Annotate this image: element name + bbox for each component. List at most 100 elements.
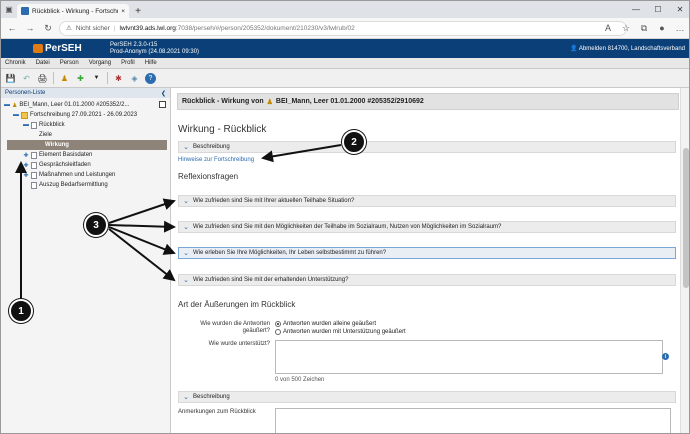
print-icon[interactable]: 🖨	[37, 73, 48, 84]
info-icon[interactable]: i	[662, 353, 669, 360]
chevron-down-icon: ⌄	[183, 394, 189, 401]
beschreibung-section[interactable]: ⌄ Beschreibung	[178, 141, 676, 153]
page-heading: Wirkung - Rückblick	[178, 124, 267, 135]
tree-item-ziele[interactable]: Ziele	[1, 130, 170, 140]
tree-item-person[interactable]: ▬ ♟ BEI_Mann, Leer 01.01.2000 #205352/2.…	[1, 100, 170, 110]
url-field[interactable]: ⚠ Nicht sicher | lwlvnt39.ads.lwl.org:70…	[59, 20, 627, 36]
minimize-icon[interactable]: —	[625, 1, 647, 18]
close-person-icon[interactable]	[159, 101, 166, 108]
add-icon[interactable]: ✚	[75, 73, 86, 84]
chevron-down-icon: ⌄	[183, 277, 189, 284]
main-scrollbar[interactable]	[680, 88, 689, 433]
anmerkungen-label: Anmerkungen zum Rückblick	[178, 409, 256, 415]
browser-tab-bar: ▣ Rückblick - Wirkung - Fortschrei × + —…	[1, 1, 689, 18]
dropdown-icon[interactable]: ▼	[91, 73, 102, 84]
callout-2-badge: 2	[342, 130, 366, 154]
browser-tab[interactable]: Rückblick - Wirkung - Fortschrei ×	[17, 4, 129, 18]
more-icon[interactable]: …	[673, 21, 687, 35]
tab-favicon-icon	[21, 7, 29, 15]
collapse-toggle-icon[interactable]: ▬	[13, 112, 19, 118]
maximize-icon[interactable]: ☐	[647, 1, 669, 18]
browser-address-bar: ← → ↻ ⚠ Nicht sicher | lwlvnt39.ads.lwl.…	[1, 18, 689, 39]
reload-icon[interactable]: ↻	[41, 21, 55, 35]
collapse-toggle-icon[interactable]: ▬	[4, 102, 10, 108]
sidebar-tree: ▬ ♟ BEI_Mann, Leer 01.01.2000 #205352/2.…	[1, 98, 170, 190]
menu-vorgang[interactable]: Vorgang	[89, 60, 111, 66]
url-path: :7038/perseh/#/person/205352/dokument/21…	[175, 24, 355, 32]
art-heading: Art der Äußerungen im Rückblick	[178, 300, 296, 309]
chevron-down-icon: ⌄	[183, 224, 189, 231]
expand-toggle-icon[interactable]: ✚	[23, 152, 29, 159]
read-aloud-icon[interactable]: A	[601, 21, 615, 35]
app-version: PerSEH 2.3.0-r15 Prod-Anonym (24.08.2021…	[110, 41, 200, 55]
radio-selected-icon	[275, 321, 281, 327]
menu-datei[interactable]: Datei	[36, 60, 50, 66]
question-1-section[interactable]: ⌄ Wie zufrieden sind Sie mit Ihrer aktue…	[178, 195, 676, 207]
question-4-section[interactable]: ⌄ Wie zufrieden sind Sie mit der erhalte…	[178, 274, 676, 286]
tree-item-massnahmen[interactable]: ✚ Maßnahmen und Leistungen	[1, 170, 170, 180]
tree-item-gespraechsleitfaden[interactable]: ✚ Gesprächsleitfaden	[1, 160, 170, 170]
radio-support[interactable]: Antworten wurden mit Unterstützung geäuß…	[275, 328, 406, 336]
expand-toggle-icon[interactable]: ✚	[23, 162, 29, 169]
document-icon	[31, 121, 37, 129]
user-icon: 👤	[570, 46, 579, 52]
favorite-icon[interactable]: ☆	[619, 21, 633, 35]
undo-icon[interactable]: ↶	[21, 73, 32, 84]
collections-icon[interactable]: ⧉	[637, 21, 651, 35]
tree-item-fortschreibung[interactable]: ▬ Fortschreibung 27.09.2021 - 26.09.2023	[1, 110, 170, 120]
person-icon: ♟	[266, 98, 273, 106]
reflexion-heading: Reflexionsfragen	[178, 172, 239, 181]
beschreibung-section-2[interactable]: ⌄ Beschreibung	[178, 391, 676, 403]
tree-item-basisdaten[interactable]: ✚ Element Basisdaten	[1, 150, 170, 160]
unterstuetzt-label: Wie wurde unterstützt?	[208, 341, 270, 347]
back-icon[interactable]: ←	[5, 21, 19, 35]
help-icon[interactable]: ?	[145, 72, 156, 84]
warning-icon: ⚠	[66, 25, 72, 32]
chevron-down-icon: ⌄	[183, 144, 189, 151]
tab-close-icon[interactable]: ×	[121, 8, 125, 15]
question-2-section[interactable]: ⌄ Wie zufrieden sind Sie mit den Möglich…	[178, 221, 676, 233]
tree-item-wirkung[interactable]: Wirkung	[7, 140, 167, 150]
menu-chronik[interactable]: Chronik	[5, 60, 26, 66]
tools-icon[interactable]: ✱	[113, 73, 124, 84]
chevron-down-icon: ⌄	[183, 198, 189, 205]
document-icon	[31, 181, 37, 189]
collapse-toggle-icon[interactable]: ▬	[23, 122, 29, 128]
hinweise-link[interactable]: Hinweise zur Fortschreibung	[178, 157, 254, 163]
question-3-section[interactable]: ⌄ Wie erleben Sie Ihre Möglichkeiten, Ih…	[178, 247, 676, 259]
tree-item-bedarfsermittlung[interactable]: Auszug Bedarfsermittlung	[1, 180, 170, 190]
tab-actions-icon[interactable]: ▣	[1, 1, 17, 18]
menu-hilfe[interactable]: Hilfe	[145, 60, 157, 66]
profile-icon[interactable]: ●	[655, 21, 669, 35]
toolbar: 💾 ↶ 🖨 ♟ ✚ ▼ ✱ ◈ ?	[1, 69, 689, 88]
page-title-bar: Rückblick - Wirkung von ♟ BEI_Mann, Leer…	[177, 93, 679, 110]
char-counter: 0 von 500 Zeichen	[275, 377, 325, 383]
save-icon[interactable]: 💾	[5, 73, 16, 84]
collapse-icon[interactable]: ❮	[161, 90, 166, 97]
unterstuetzt-textarea[interactable]	[275, 340, 663, 374]
main-content: Rückblick - Wirkung von ♟ BEI_Mann, Leer…	[172, 88, 689, 433]
radio-alone[interactable]: Antworten wurden alleine geäußert	[275, 320, 406, 328]
antworten-label: Wie wurden die Antworten geäußert?	[200, 321, 270, 334]
new-tab-icon[interactable]: +	[131, 4, 145, 18]
tree-item-rueckblick[interactable]: ▬ Rückblick	[1, 120, 170, 130]
shield-icon[interactable]: ◈	[129, 73, 140, 84]
scrollbar-thumb[interactable]	[683, 148, 689, 288]
callout-3-badge: 3	[84, 213, 108, 237]
person-list-sidebar: Personen-Liste ❮ ▬ ♟ BEI_Mann, Leer 01.0…	[1, 88, 171, 433]
app-logo: PerSEH	[1, 43, 108, 54]
menu-profil[interactable]: Profil	[121, 60, 135, 66]
radio-empty-icon	[275, 329, 281, 335]
logout-link[interactable]: 👤 Abmelden 814700, Landschaftsverband	[570, 45, 689, 52]
anmerkungen-textarea[interactable]	[275, 408, 671, 433]
document-icon	[31, 161, 37, 169]
security-label: Nicht sicher	[75, 24, 110, 32]
window-close-icon[interactable]: ✕	[669, 1, 689, 18]
menu-person[interactable]: Person	[60, 60, 79, 66]
person-icon[interactable]: ♟	[59, 73, 70, 84]
tab-title: Rückblick - Wirkung - Fortschrei	[32, 7, 119, 15]
forward-icon[interactable]: →	[23, 21, 37, 35]
expand-toggle-icon[interactable]: ✚	[23, 172, 29, 179]
folder-icon	[21, 111, 28, 119]
logo-icon	[33, 44, 43, 53]
